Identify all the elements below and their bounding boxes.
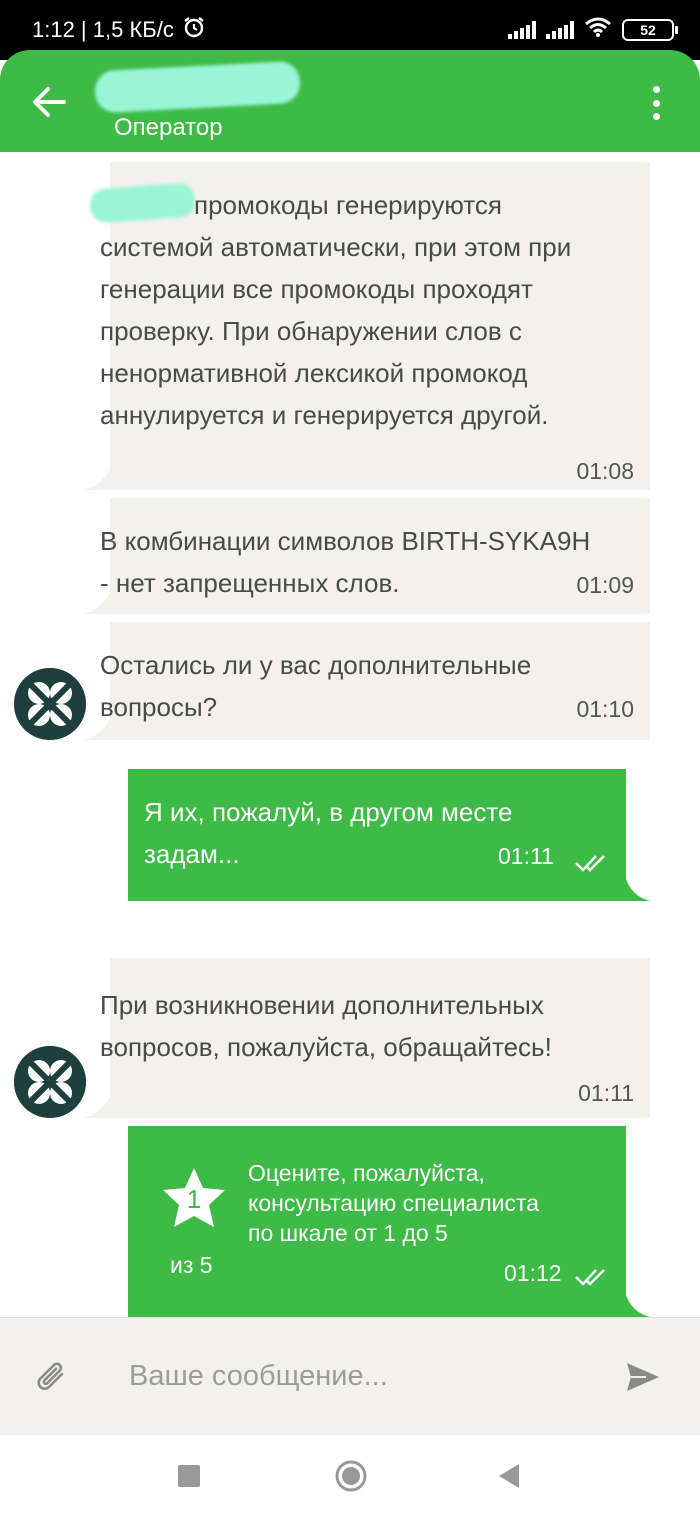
- rating-message: 1 из 5 Оцените, пожалуйста, консультацию…: [128, 1126, 650, 1317]
- alarm-icon: [182, 15, 206, 45]
- rating-text-line: консультацию специалиста: [248, 1190, 540, 1216]
- double-check-icon: [574, 1264, 608, 1294]
- message-time: 01:11: [498, 843, 554, 869]
- rating-star-button[interactable]: 1: [162, 1166, 226, 1230]
- bubble-tail: [84, 1088, 114, 1118]
- message-input-bar: Ваше сообщение...: [0, 1317, 700, 1435]
- message-line: задам...: [144, 839, 240, 869]
- back-triangle-icon[interactable]: [498, 1463, 520, 1494]
- paperclip-icon[interactable]: [36, 1360, 70, 1401]
- message-line: промокоды генерируются: [194, 190, 502, 220]
- signal-icon-2: [546, 21, 574, 39]
- rating-text-line: Оцените, пожалуйста,: [248, 1160, 485, 1186]
- message-time: 01:09: [576, 572, 634, 598]
- message-incoming: В комбинации символов BIRTH-SYKA9H - нет…: [84, 498, 650, 614]
- message-line: аннулируется и генерируется другой.: [100, 400, 549, 430]
- message-input[interactable]: Ваше сообщение...: [129, 1360, 388, 1393]
- message-line: При возникновении дополнительных: [100, 990, 544, 1020]
- operator-avatar[interactable]: [14, 668, 86, 740]
- rating-scale-label: из 5: [170, 1252, 213, 1278]
- message-line: ненормативной лексикой промокод: [100, 358, 528, 388]
- message-line: Остались ли у вас дополнительные: [100, 650, 532, 680]
- message-time: 01:10: [576, 696, 634, 722]
- message-time: 01:08: [576, 458, 634, 484]
- status-time: 1:12 | 1,5 КБ/с: [32, 17, 174, 42]
- chat-header: Оператор: [0, 50, 700, 152]
- bubble-tail: [624, 1287, 650, 1317]
- wifi-icon: [584, 16, 612, 44]
- message-incoming: При возникновении дополнительных вопросо…: [84, 958, 650, 1118]
- battery-icon: 52: [622, 19, 678, 41]
- message-line: вопросы?: [100, 692, 218, 722]
- signal-icon: [508, 21, 536, 39]
- message-line: В комбинации символов BIRTH-SYKA9H: [100, 526, 591, 556]
- redacted-name: [94, 60, 301, 114]
- more-menu-icon[interactable]: [650, 86, 662, 120]
- recents-square-icon[interactable]: [178, 1465, 200, 1487]
- message-line: генерации все промокоды проходят: [100, 274, 533, 304]
- home-circle-icon[interactable]: [334, 1459, 368, 1498]
- message-line: вопросов, пожалуйста, обращайтесь!: [100, 1032, 552, 1062]
- bubble-tail: [84, 460, 114, 490]
- message-line: проверку. При обнаружении слов с: [100, 316, 522, 346]
- chat-area[interactable]: промокоды генерируются системой автомати…: [0, 152, 700, 1317]
- system-nav-bar: [0, 1435, 700, 1517]
- message-incoming: Остались ли у вас дополнительные вопросы…: [84, 622, 650, 740]
- double-check-icon: [574, 843, 608, 885]
- rating-text-line: по шкале от 1 до 5: [248, 1220, 448, 1246]
- rating-value: 1: [186, 1184, 202, 1214]
- message-outgoing: Я их, пожалуй, в другом месте задам... 0…: [128, 769, 650, 901]
- message-line: системой автоматически, при этом при: [100, 232, 572, 262]
- header-subtitle: Оператор: [114, 114, 223, 141]
- operator-avatar[interactable]: [14, 1046, 86, 1118]
- bubble-tail: [624, 871, 650, 901]
- back-arrow-icon[interactable]: [30, 84, 70, 120]
- message-time: 01:11: [578, 1080, 634, 1106]
- message-line: Я их, пожалуй, в другом месте: [144, 797, 513, 827]
- message-incoming: промокоды генерируются системой автомати…: [84, 162, 650, 490]
- message-line: - нет запрещенных слов.: [100, 568, 400, 598]
- redacted-greeting: [88, 182, 197, 224]
- message-time: 01:12: [504, 1260, 562, 1286]
- send-icon[interactable]: [626, 1362, 660, 1397]
